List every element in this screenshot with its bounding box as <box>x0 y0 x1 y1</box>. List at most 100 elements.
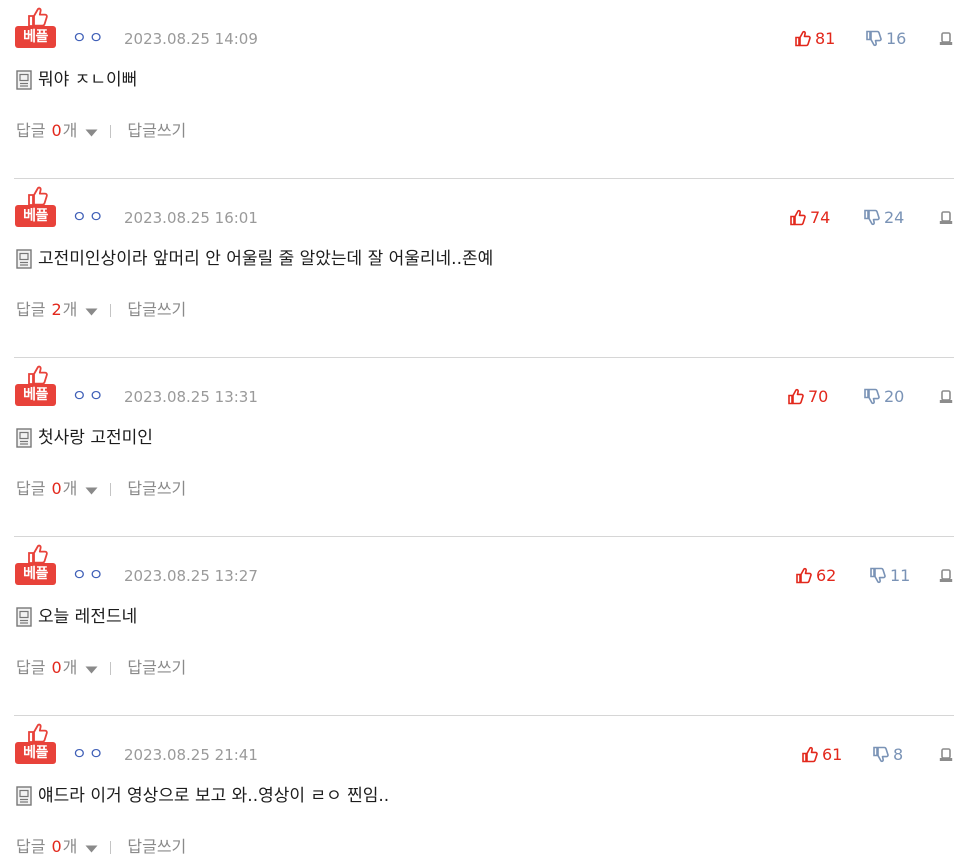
downvote-count: 11 <box>890 565 911 585</box>
comment-body: 얘드라 이거 영상으로 보고 와..영상이 ㄹㅇ 찐임.. <box>16 784 389 808</box>
upvote-button[interactable]: 81 <box>795 27 835 49</box>
report-icon[interactable] <box>939 569 953 583</box>
upvote-count: 81 <box>815 28 836 48</box>
comment-footer: 답글 2 개 답글쓰기 <box>16 299 186 321</box>
nickname[interactable]: ㅇㅇ <box>72 743 105 765</box>
downvote-count: 20 <box>884 386 905 406</box>
comment-body: 고전미인상이라 앞머리 안 어울릴 줄 알았는데 잘 어울리네..존예 <box>16 247 493 271</box>
thumbs-up-icon <box>28 365 48 385</box>
thumbs-up-icon <box>28 544 48 564</box>
thumbs-up-icon <box>28 7 48 27</box>
reply-unit[interactable]: 개 <box>63 120 78 142</box>
comment-text: 얘드라 이거 영상으로 보고 와..영상이 ㄹㅇ 찐임.. <box>38 786 390 806</box>
document-icon <box>16 607 32 627</box>
thumbs-up-icon <box>795 30 811 46</box>
divider <box>110 661 112 675</box>
reply-unit[interactable]: 개 <box>63 478 78 500</box>
thumbs-up-icon <box>788 388 804 404</box>
best-badge: 베플 <box>15 185 57 229</box>
comment-date: 2023.08.25 16:01 <box>124 209 258 227</box>
reply-count[interactable]: 0 <box>51 120 61 142</box>
nickname[interactable]: ㅇㅇ <box>72 27 105 49</box>
reply-count[interactable]: 0 <box>51 478 61 500</box>
chevron-down-icon[interactable] <box>85 666 98 674</box>
comment-date: 2023.08.25 13:27 <box>124 567 258 585</box>
document-icon <box>16 249 32 269</box>
thumbs-up-icon <box>28 723 48 743</box>
reply-toggle-label[interactable]: 답글 <box>16 657 45 679</box>
report-icon[interactable] <box>939 390 953 404</box>
thumbs-down-icon <box>864 388 880 404</box>
nickname[interactable]: ㅇㅇ <box>72 564 105 586</box>
comment-item: 베플 ㅇㅇ 2023.08.25 16:01 74 24 고전미인상이라 앞머리… <box>0 179 960 358</box>
divider <box>110 124 112 138</box>
comment-body: 뭐야 ㅈㄴ이뻐 <box>16 68 137 92</box>
reply-toggle-label[interactable]: 답글 <box>16 120 45 142</box>
best-label: 베플 <box>15 563 56 585</box>
report-icon[interactable] <box>939 211 953 225</box>
write-reply-button[interactable]: 답글쓰기 <box>127 299 186 321</box>
downvote-button[interactable]: 11 <box>870 564 910 586</box>
thumbs-down-icon <box>866 30 882 46</box>
document-icon <box>16 70 32 90</box>
comment-item: 베플 ㅇㅇ 2023.08.25 21:41 61 8 얘드라 이거 영상으로 … <box>0 716 960 867</box>
thumbs-down-icon <box>870 567 886 583</box>
best-label: 베플 <box>15 384 56 406</box>
reply-unit[interactable]: 개 <box>63 299 78 321</box>
reply-unit[interactable]: 개 <box>63 836 78 858</box>
nickname[interactable]: ㅇㅇ <box>72 206 105 228</box>
write-reply-button[interactable]: 답글쓰기 <box>127 120 186 142</box>
reply-count[interactable]: 2 <box>51 299 61 321</box>
write-reply-button[interactable]: 답글쓰기 <box>127 657 186 679</box>
comment-text: 오늘 레전드네 <box>38 607 138 627</box>
downvote-count: 16 <box>886 28 907 48</box>
comment-date: 2023.08.25 21:41 <box>124 746 258 764</box>
upvote-button[interactable]: 61 <box>802 743 842 765</box>
chevron-down-icon[interactable] <box>85 308 98 316</box>
document-icon <box>16 428 32 448</box>
best-label: 베플 <box>15 26 56 48</box>
best-badge: 베플 <box>15 6 57 50</box>
thumbs-up-icon <box>790 209 806 225</box>
report-icon[interactable] <box>939 748 953 762</box>
write-reply-button[interactable]: 답글쓰기 <box>127 836 186 858</box>
downvote-count: 24 <box>884 207 905 227</box>
chevron-down-icon[interactable] <box>85 487 98 495</box>
upvote-button[interactable]: 70 <box>788 385 828 407</box>
downvote-button[interactable]: 16 <box>866 27 906 49</box>
document-icon <box>16 786 32 806</box>
chevron-down-icon[interactable] <box>85 129 98 137</box>
reply-toggle-label[interactable]: 답글 <box>16 836 45 858</box>
reply-toggle-label[interactable]: 답글 <box>16 478 45 500</box>
write-reply-button[interactable]: 답글쓰기 <box>127 478 186 500</box>
comment-text: 뭐야 ㅈㄴ이뻐 <box>38 70 138 90</box>
thumbs-up-icon <box>28 186 48 206</box>
reply-toggle-label[interactable]: 답글 <box>16 299 45 321</box>
comment-item: 베플 ㅇㅇ 2023.08.25 14:09 81 16 뭐야 ㅈㄴ이뻐 답글 … <box>0 0 960 179</box>
downvote-button[interactable]: 24 <box>864 206 904 228</box>
upvote-count: 74 <box>810 207 831 227</box>
thumbs-down-icon <box>873 746 889 762</box>
thumbs-up-icon <box>802 746 818 762</box>
upvote-count: 70 <box>808 386 829 406</box>
comment-footer: 답글 0 개 답글쓰기 <box>16 836 186 858</box>
comment-text: 고전미인상이라 앞머리 안 어울릴 줄 알았는데 잘 어울리네..존예 <box>38 249 494 269</box>
nickname[interactable]: ㅇㅇ <box>72 385 105 407</box>
downvote-button[interactable]: 8 <box>873 743 903 765</box>
upvote-button[interactable]: 62 <box>796 564 836 586</box>
comment-item: 베플 ㅇㅇ 2023.08.25 13:27 62 11 오늘 레전드네 답글 … <box>0 537 960 716</box>
divider <box>110 482 112 496</box>
reply-count[interactable]: 0 <box>51 836 61 858</box>
upvote-count: 61 <box>822 744 843 764</box>
reply-unit[interactable]: 개 <box>63 657 78 679</box>
downvote-button[interactable]: 20 <box>864 385 904 407</box>
comment-text: 첫사랑 고전미인 <box>38 428 153 448</box>
comment-list: 베플 ㅇㅇ 2023.08.25 14:09 81 16 뭐야 ㅈㄴ이뻐 답글 … <box>0 0 960 867</box>
comment-body: 오늘 레전드네 <box>16 605 137 629</box>
comment-item: 베플 ㅇㅇ 2023.08.25 13:31 70 20 첫사랑 고전미인 답글… <box>0 358 960 537</box>
comment-date: 2023.08.25 14:09 <box>124 30 258 48</box>
upvote-button[interactable]: 74 <box>790 206 830 228</box>
reply-count[interactable]: 0 <box>51 657 61 679</box>
chevron-down-icon[interactable] <box>85 845 98 853</box>
report-icon[interactable] <box>939 32 953 46</box>
